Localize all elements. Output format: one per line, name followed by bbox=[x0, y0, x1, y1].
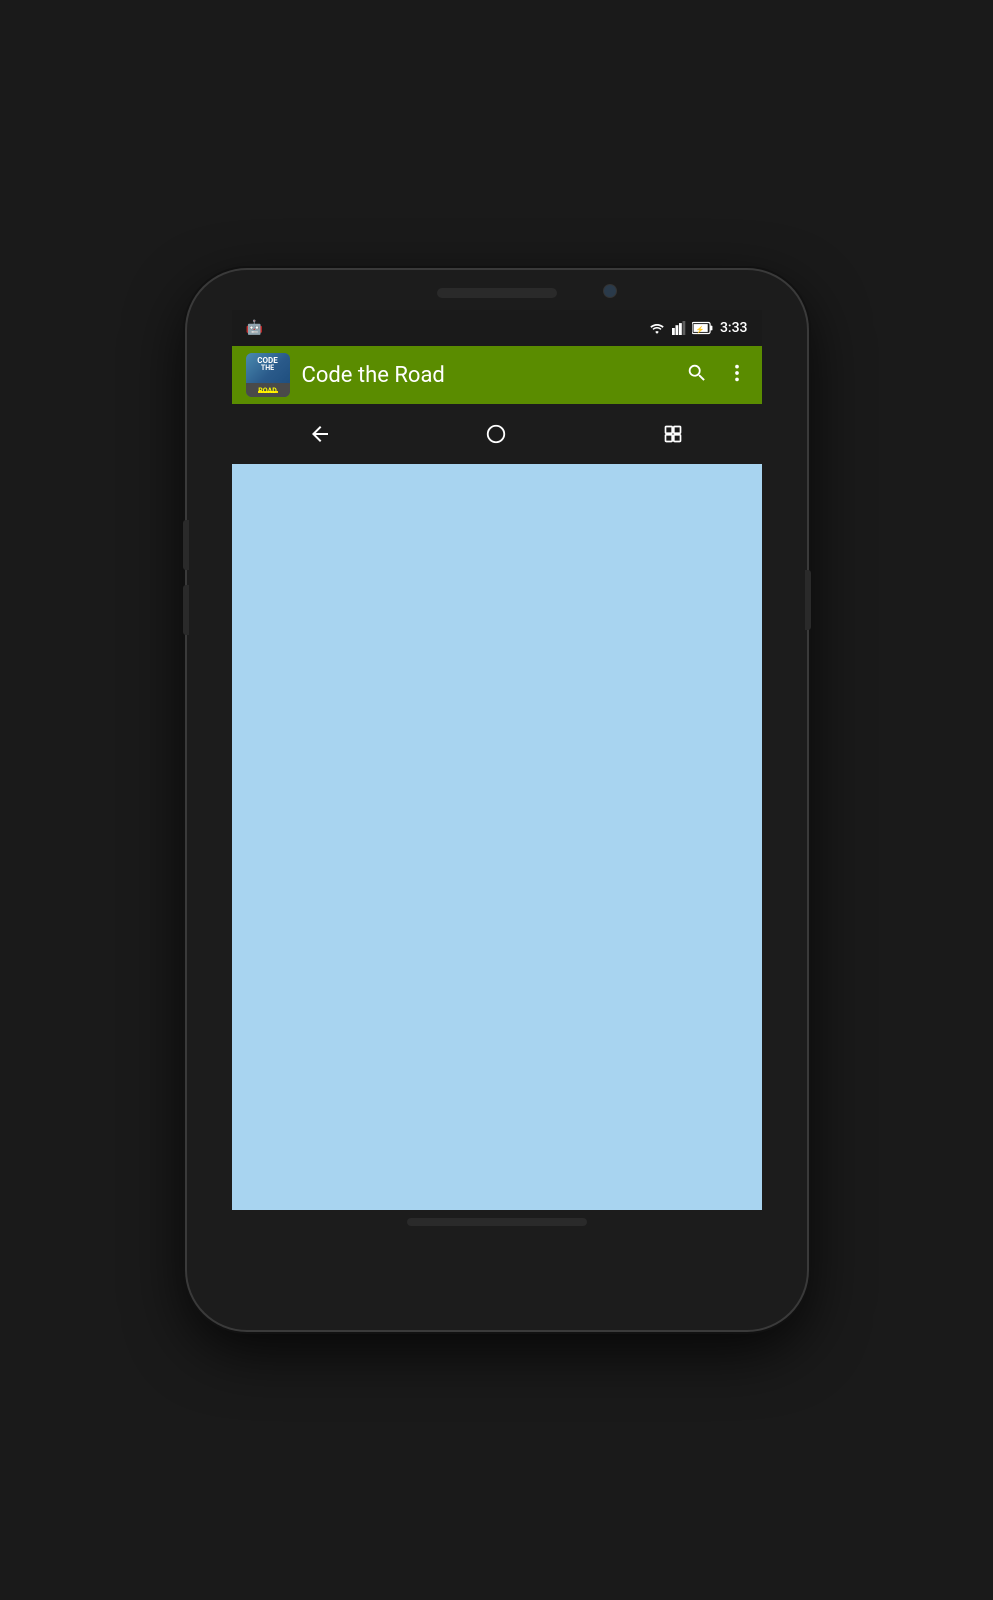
android-notification-icon: 🤖 bbox=[246, 320, 263, 336]
search-button[interactable] bbox=[686, 362, 708, 389]
volume-up-button[interactable] bbox=[183, 520, 189, 570]
app-bar: CODE THE ROAD Code the Road bbox=[232, 346, 762, 404]
bottom-bar bbox=[407, 1218, 587, 1226]
signal-icon bbox=[672, 321, 686, 335]
battery-icon: ⚡ bbox=[692, 321, 714, 335]
speaker bbox=[437, 288, 557, 298]
phone-device: 🤖 bbox=[187, 270, 807, 1330]
app-icon: CODE THE ROAD bbox=[246, 353, 290, 397]
app-title: Code the Road bbox=[302, 363, 674, 388]
more-options-button[interactable] bbox=[726, 362, 748, 389]
nav-bar bbox=[232, 404, 762, 464]
recent-apps-button[interactable] bbox=[648, 409, 698, 459]
home-button[interactable] bbox=[471, 409, 521, 459]
wifi-icon bbox=[648, 321, 666, 335]
power-button[interactable] bbox=[805, 570, 811, 630]
status-bar: 🤖 bbox=[232, 310, 762, 346]
screen: 🤖 bbox=[232, 310, 762, 1210]
status-time: 3:33 bbox=[720, 320, 748, 336]
svg-text:⚡: ⚡ bbox=[696, 325, 705, 334]
back-button[interactable] bbox=[295, 409, 345, 459]
volume-down-button[interactable] bbox=[183, 585, 189, 635]
